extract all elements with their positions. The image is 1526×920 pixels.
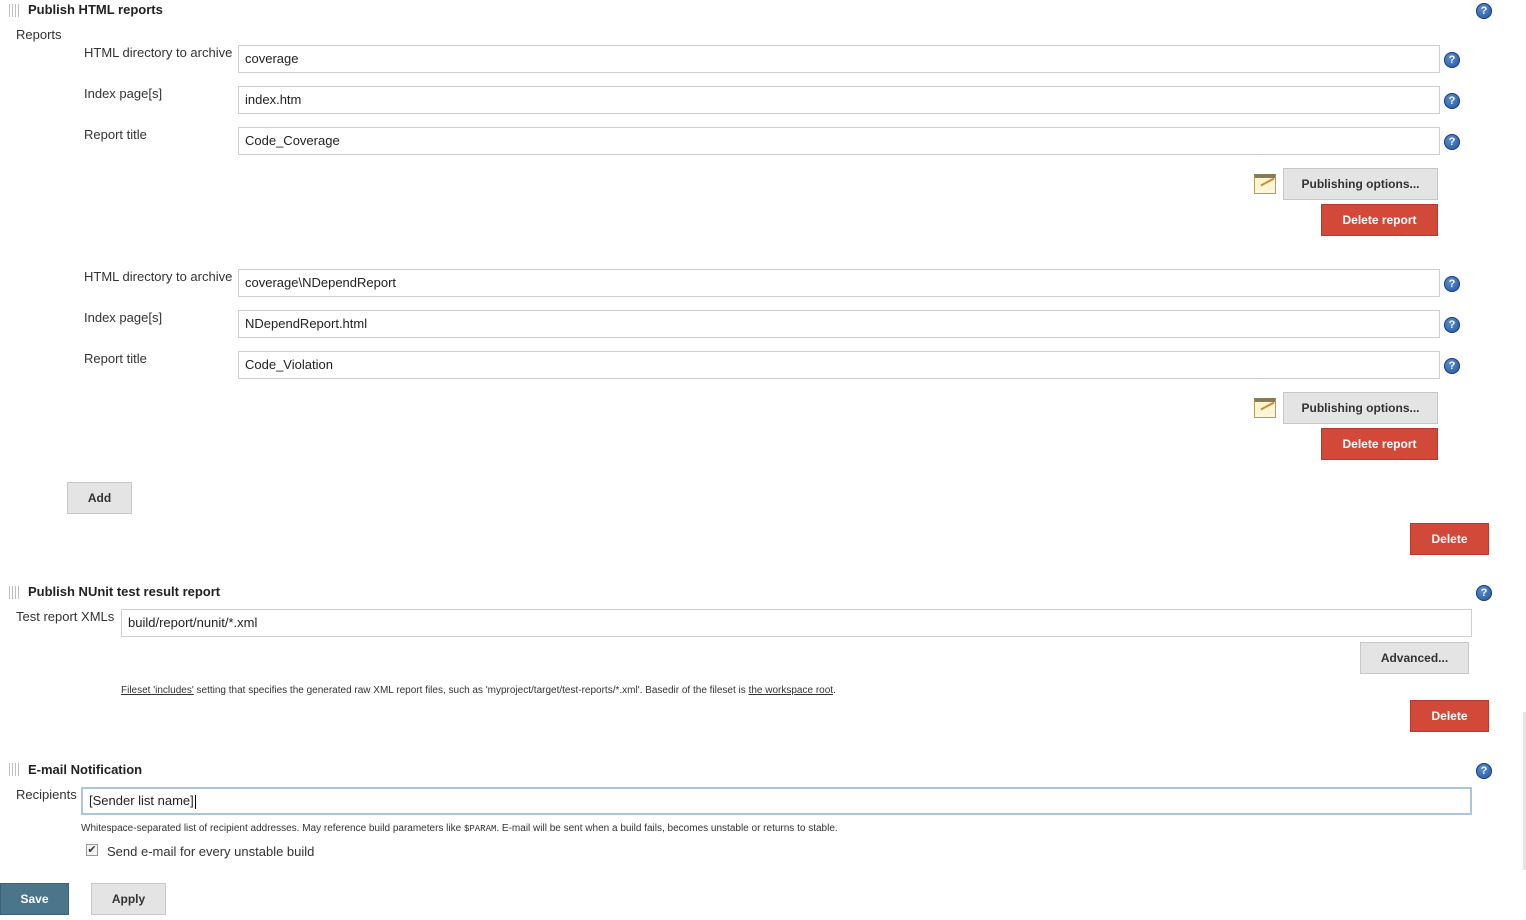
save-button[interactable]: Save xyxy=(0,883,69,915)
apply-button[interactable]: Apply xyxy=(91,883,166,915)
section-title-email: E-mail Notification xyxy=(28,762,143,777)
notepad-icon[interactable] xyxy=(1254,174,1276,194)
html-dir-label: HTML directory to archive xyxy=(84,269,233,284)
help-icon[interactable]: ? xyxy=(1444,93,1460,109)
fileset-includes-link[interactable]: Fileset 'includes' xyxy=(121,685,194,696)
add-report-button[interactable]: Add xyxy=(67,482,132,514)
unstable-build-checkbox[interactable]: ✔ xyxy=(86,844,98,856)
index-pages-label: Index page[s] xyxy=(84,310,163,325)
help-icon[interactable]: ? xyxy=(1444,52,1460,68)
report-title-label: Report title xyxy=(84,127,147,142)
html-dir-label: HTML directory to archive xyxy=(84,45,233,60)
publishing-options-button[interactable]: Publishing options... xyxy=(1283,392,1438,424)
section-title-nunit: Publish NUnit test result report xyxy=(28,584,221,599)
help-icon[interactable]: ? xyxy=(1444,276,1460,292)
delete-nunit-button[interactable]: Delete xyxy=(1410,700,1489,732)
publishing-options-button[interactable]: Publishing options... xyxy=(1283,168,1438,200)
test-report-xmls-input[interactable]: build/report/nunit/*.xml xyxy=(121,609,1472,637)
report-title-label: Report title xyxy=(84,351,147,366)
recipients-input[interactable]: [Sender list name] xyxy=(81,787,1472,815)
delete-report-button[interactable]: Delete report xyxy=(1321,428,1438,460)
report-title-input[interactable]: Code_Coverage xyxy=(238,127,1440,155)
email-desc-text: Whitespace-separated list of recipient a… xyxy=(81,823,464,834)
text-caret xyxy=(194,794,196,809)
index-pages-input[interactable]: index.htm xyxy=(238,86,1440,114)
nunit-desc-end: . xyxy=(833,685,836,696)
html-dir-input[interactable]: coverage xyxy=(238,45,1440,73)
workspace-root-link[interactable]: the workspace root xyxy=(749,685,834,696)
help-icon[interactable]: ? xyxy=(1476,585,1492,601)
index-pages-label: Index page[s] xyxy=(84,86,163,101)
recipients-description: Whitespace-separated list of recipient a… xyxy=(81,823,838,834)
help-icon[interactable]: ? xyxy=(1444,134,1460,150)
index-pages-input[interactable]: NDependReport.html xyxy=(238,310,1440,338)
advanced-button[interactable]: Advanced... xyxy=(1360,642,1469,674)
delete-html-reports-button[interactable]: Delete xyxy=(1410,523,1489,555)
notepad-icon[interactable] xyxy=(1254,398,1276,418)
recipients-label: Recipients xyxy=(16,787,77,802)
reports-label: Reports xyxy=(16,27,62,42)
report-title-input[interactable]: Code_Violation xyxy=(238,351,1440,379)
help-icon[interactable]: ? xyxy=(1476,3,1492,19)
test-report-xmls-label: Test report XMLs xyxy=(16,609,115,624)
unstable-build-label: Send e-mail for every unstable build xyxy=(107,844,315,859)
email-desc-end: . E-mail will be sent when a build fails… xyxy=(496,823,838,834)
drag-handle-icon[interactable] xyxy=(9,4,21,17)
help-icon[interactable]: ? xyxy=(1444,317,1460,333)
drag-handle-icon[interactable] xyxy=(9,586,21,599)
nunit-desc-text: setting that specifies the generated raw… xyxy=(193,685,749,696)
help-icon[interactable]: ? xyxy=(1476,763,1492,779)
delete-report-button[interactable]: Delete report xyxy=(1321,204,1438,236)
section-title-html-reports: Publish HTML reports xyxy=(28,2,163,17)
param-code: $PARAM xyxy=(463,824,497,834)
drag-handle-icon[interactable] xyxy=(9,763,21,776)
help-icon[interactable]: ? xyxy=(1444,358,1460,374)
nunit-description: Fileset 'includes' setting that specifie… xyxy=(121,685,836,696)
html-dir-input[interactable]: coverage\NDependReport xyxy=(238,269,1440,297)
recipients-value: [Sender list name] xyxy=(89,793,194,808)
